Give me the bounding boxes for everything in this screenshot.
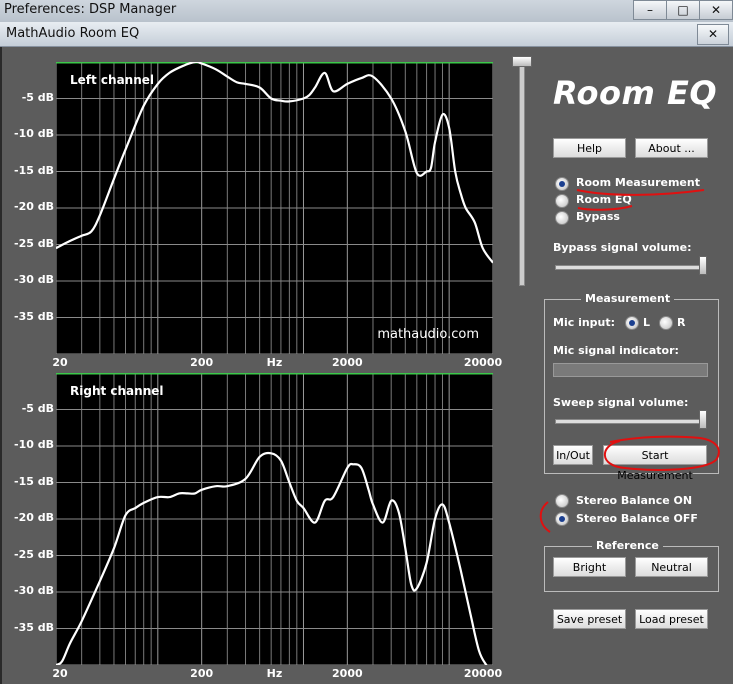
in-out-button[interactable]: In/Out [553,445,593,465]
sweep-volume-slider-track[interactable] [555,419,705,424]
radio-stereo-balance-off[interactable] [555,512,569,526]
bypass-volume-label: Bypass signal volume: [553,241,692,254]
x-tick-label: Hz [266,356,283,369]
radio-room-eq[interactable] [555,194,569,208]
y-tick-label: -35 dB [14,620,54,634]
minimize-icon[interactable]: – [633,0,667,20]
mic-input-label: Mic input: [553,316,616,329]
x-tick-label: Hz [266,667,283,680]
y-tick-label: -15 dB [14,163,54,177]
bypass-volume-slider-track[interactable] [555,265,705,270]
y-tick-label: -20 dB [14,511,54,524]
bright-button[interactable]: Bright [553,557,626,577]
y-tick-label: -25 dB [14,236,54,250]
load-preset-button[interactable]: Load preset [635,609,708,629]
y-tick-label: -30 dB [14,584,54,597]
radio-label-bypass[interactable]: Bypass [576,210,620,223]
radio-label-mic-right[interactable]: R [677,316,685,329]
close-icon[interactable]: ✕ [699,0,733,20]
y-tick-label: -30 dB [14,273,54,286]
left-channel-chart [56,62,493,354]
x-tick-label: 20000 [463,667,503,680]
left-frequency-response-curve [56,62,493,264]
sweep-volume-slider-thumb[interactable] [699,410,707,429]
right-frequency-response-curve [56,451,488,665]
neutral-button[interactable]: Neutral [635,557,708,577]
outer-window-title: Preferences: DSP Manager [4,2,177,17]
bypass-volume-slider-thumb[interactable] [699,256,707,275]
start-measurement-button[interactable]: Start Measurement [603,445,707,482]
left-channel-plot: Left channel mathaudio.com [56,62,493,354]
radio-label-stereo-balance-on[interactable]: Stereo Balance ON [576,494,692,507]
radio-label-room-eq[interactable]: Room EQ [576,193,632,206]
radio-mic-right[interactable] [659,316,673,330]
x-tick-label: 20000 [463,356,503,369]
x-tick-label: 2000 [332,356,363,369]
x-tick-label: 20 [52,667,68,680]
x-tick-label: 20 [52,356,68,369]
plugin-close-button[interactable]: ✕ [697,24,729,45]
vertical-gain-slider-thumb[interactable] [512,56,532,67]
y-tick-label: -35 dB [14,309,54,323]
y-tick-label: -10 dB [14,438,54,451]
radio-label-stereo-balance-off[interactable]: Stereo Balance OFF [576,512,698,525]
radio-mic-left[interactable] [625,316,639,330]
plugin-title-bar: MathAudio Room EQ ✕ [0,22,733,47]
plugin-window-title: MathAudio Room EQ [6,26,140,41]
y-tick-label: -15 dB [14,474,54,488]
radio-label-room-measurement[interactable]: Room Measurement [576,176,700,189]
outer-window-controls: – □ ✕ [633,0,733,20]
reference-group-title: Reference [592,539,663,552]
x-tick-label: 200 [190,356,214,369]
radio-stereo-balance-on[interactable] [555,494,569,508]
y-tick-label: -10 dB [14,127,54,140]
x-tick-label: 2000 [332,667,363,680]
help-button[interactable]: Help [553,138,626,158]
vertical-gain-slider-track[interactable] [519,62,525,286]
measurement-group-title: Measurement [581,292,675,305]
y-tick-label: -20 dB [14,200,54,213]
maximize-icon[interactable]: □ [666,0,700,20]
right-channel-title: Right channel [70,384,164,398]
right-channel-chart [56,373,493,665]
about-button[interactable]: About ... [635,138,708,158]
left-channel-title: Left channel [70,73,155,87]
mic-indicator-label: Mic signal indicator: [553,344,679,357]
y-tick-label: -25 dB [14,547,54,561]
save-preset-button[interactable]: Save preset [553,609,626,629]
y-tick-label: -5 dB [21,401,54,415]
radio-label-mic-left[interactable]: L [643,316,650,329]
sweep-volume-label: Sweep signal volume: [553,396,689,409]
radio-bypass[interactable] [555,211,569,225]
outer-title-bar: Preferences: DSP Manager – □ ✕ [0,0,733,22]
watermark: mathaudio.com [377,327,479,342]
right-channel-plot: Right channel [56,373,493,665]
mic-signal-indicator [553,363,708,377]
brand-title: Room EQ [553,74,718,112]
y-tick-label: -5 dB [21,90,54,104]
x-tick-label: 200 [190,667,214,680]
radio-room-measurement[interactable] [555,177,569,191]
